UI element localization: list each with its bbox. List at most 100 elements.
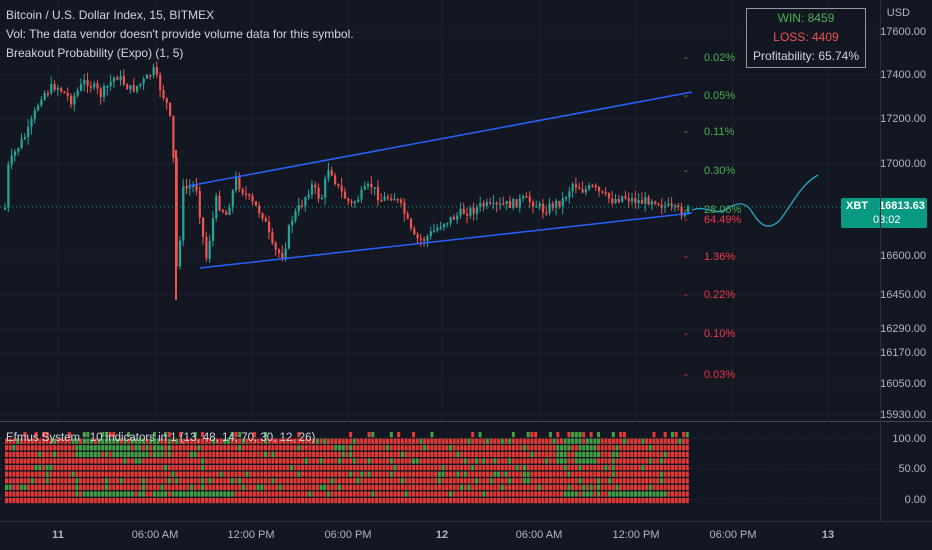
indicator-cell (378, 465, 382, 471)
indicator-cell (593, 465, 597, 471)
indicator-cell (301, 478, 304, 484)
indicator-cell (526, 438, 530, 444)
symbol-title[interactable]: Bitcoin / U.S. Dollar Index, 15, BITMEX (6, 8, 214, 22)
indicator-cell (186, 484, 190, 490)
indicator-cell (608, 478, 612, 484)
oscillator-scale[interactable]: 100.00 50.00 0.00 (880, 422, 932, 521)
indicator-cell (167, 445, 171, 451)
indicator-cell (319, 491, 323, 497)
candle (287, 225, 290, 249)
oscillator-title[interactable]: Efmus System : 10 indicators in 1 (13, 4… (6, 432, 315, 444)
indicator-cell (249, 491, 253, 497)
indicator-cell (497, 465, 501, 471)
indicator-cell (82, 484, 86, 490)
candle (281, 252, 284, 259)
indicator-cell (134, 471, 138, 477)
indicator-cell (112, 465, 116, 471)
indicator-cell (497, 484, 501, 490)
indicator-cell (445, 438, 449, 444)
indicator-cell (622, 484, 626, 490)
indicator-cell (108, 458, 112, 464)
indicator-cell (397, 432, 401, 438)
indicator-cell (663, 471, 667, 477)
indicator-cell (593, 498, 597, 504)
indicator-cell (667, 471, 671, 477)
candle (211, 218, 215, 241)
indicator-cell (308, 484, 312, 490)
indicator-cell (515, 458, 519, 464)
indicator-cell (75, 458, 79, 464)
indicator-cell (504, 458, 508, 464)
indicator-cell (171, 451, 175, 457)
indicator-cell (530, 458, 534, 464)
indicator-cell (338, 465, 341, 471)
candle (314, 184, 317, 188)
indicator-cell (297, 471, 301, 477)
indicator-label[interactable]: Breakout Probability (Expo) (1, 5) (6, 46, 183, 60)
candle (502, 203, 505, 205)
indicator-cell (486, 438, 489, 444)
candle (112, 77, 116, 82)
indicator-cell (604, 438, 608, 444)
indicator-cell (667, 458, 671, 464)
indicator-cell (82, 451, 86, 457)
indicator-cell (419, 458, 423, 464)
indicator-cell (289, 478, 293, 484)
indicator-cell (434, 484, 438, 490)
indicator-cell (178, 465, 182, 471)
indicator-cell (260, 498, 264, 504)
indicator-cell (622, 445, 626, 451)
indicator-cell (160, 484, 164, 490)
indicator-cell (193, 484, 197, 490)
indicator-cell (419, 438, 423, 444)
indicator-cell (604, 478, 608, 484)
indicator-cell (563, 491, 567, 497)
indicator-cell (574, 478, 578, 484)
indicator-cell (119, 484, 123, 490)
candle (307, 194, 310, 198)
indicator-cell (208, 471, 212, 477)
probability-down: 64.49% (704, 214, 742, 226)
indicator-cell (426, 445, 430, 451)
indicator-cell (622, 458, 626, 464)
indicator-cell (227, 451, 230, 457)
indicator-cell (249, 471, 253, 477)
indicator-cell (267, 491, 271, 497)
indicator-cell (449, 451, 452, 457)
indicator-cell (589, 478, 593, 484)
probability-dash: - (684, 289, 688, 301)
indicator-cell (486, 478, 489, 484)
indicator-cell (556, 491, 560, 497)
indicator-cell (449, 438, 452, 444)
candle (485, 202, 488, 207)
indicator-cell (656, 491, 660, 497)
indicator-cell (541, 491, 545, 497)
indicator-cell (478, 465, 482, 471)
indicator-cell (645, 458, 649, 464)
indicator-cell (360, 465, 364, 471)
probability-down: 0.10% (704, 328, 736, 340)
indicator-cell (190, 471, 193, 477)
indicator-cell (574, 465, 578, 471)
indicator-cell (415, 451, 419, 457)
indicator-cell (608, 438, 612, 444)
indicator-cell (630, 445, 634, 451)
indicator-cell (659, 465, 663, 471)
indicator-cell (519, 471, 523, 477)
candle (132, 85, 135, 92)
indicator-cell (297, 491, 301, 497)
indicator-cell (437, 484, 441, 490)
indicator-cell (504, 451, 508, 457)
indicator-cell (334, 478, 338, 484)
indicator-cell (204, 491, 208, 497)
indicator-cell (671, 471, 674, 477)
indicator-cell (400, 498, 404, 504)
indicator-cell (367, 438, 371, 444)
candle (433, 230, 436, 233)
indicator-cell (301, 491, 304, 497)
indicator-cell (204, 484, 208, 490)
indicator-cell (190, 484, 193, 490)
indicator-cell (190, 491, 193, 497)
indicator-cell (127, 471, 131, 477)
indicator-cell (511, 491, 515, 497)
